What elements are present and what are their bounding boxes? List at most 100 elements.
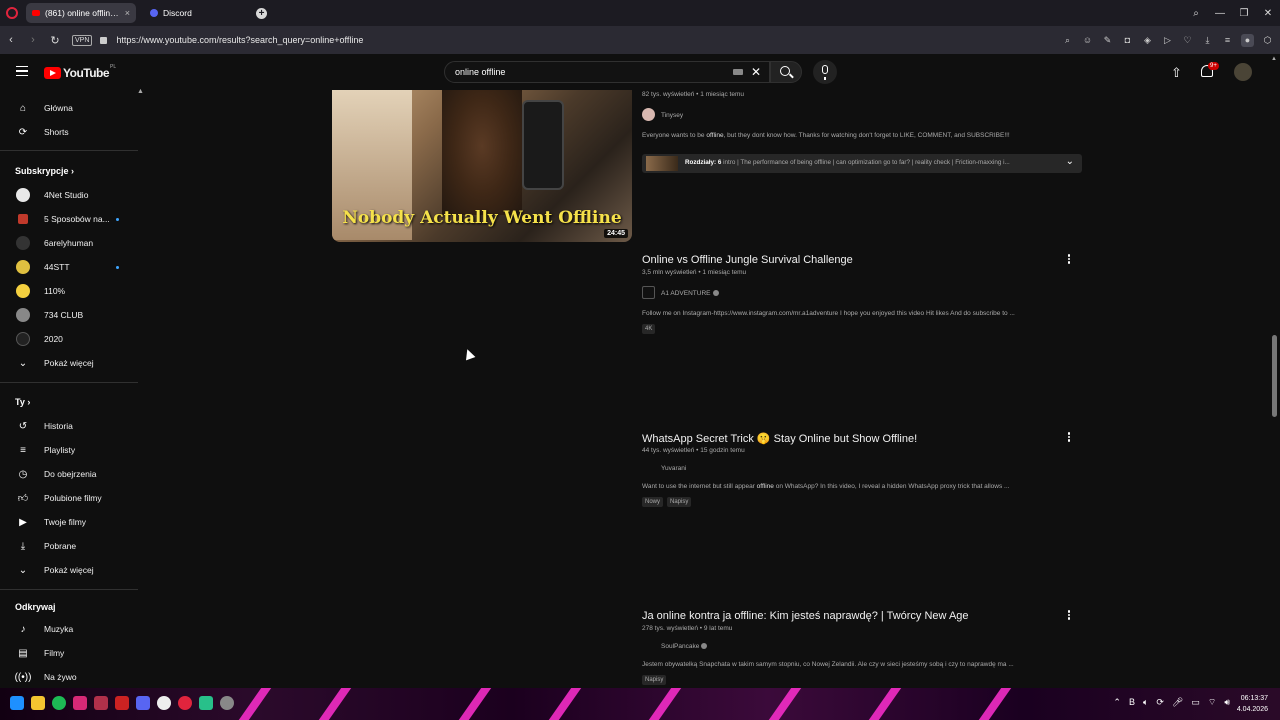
clear-search-icon[interactable]: ✕ xyxy=(751,65,761,79)
keyboard-icon[interactable] xyxy=(733,69,743,75)
restore-icon[interactable]: ❐ xyxy=(1232,8,1256,19)
youtube-logo[interactable]: YouTube PL xyxy=(44,64,116,80)
sidebar-item-live[interactable]: ((•)) Na żywo xyxy=(0,666,138,688)
show-more-subscriptions-button[interactable]: ⌄ Pokaż więcej xyxy=(0,352,138,374)
sidebar-item-playlists[interactable]: ≡ Playlisty xyxy=(0,439,138,461)
close-window-icon[interactable]: ✕ xyxy=(1256,8,1280,19)
file-explorer-icon[interactable] xyxy=(31,696,45,710)
sidebar-item-home[interactable]: ⌂ Główna xyxy=(0,97,138,119)
account-avatar[interactable] xyxy=(1234,63,1252,81)
sidebar-item-channel[interactable]: 734 CLUB xyxy=(0,304,138,326)
channel-avatar[interactable] xyxy=(642,108,655,121)
app-icon[interactable] xyxy=(157,696,171,710)
scroll-up-icon[interactable]: ▲ xyxy=(1271,56,1277,62)
hamburger-menu-icon[interactable] xyxy=(16,66,28,76)
video-title[interactable]: WhatsApp Secret Trick 🤫 Stay Online but … xyxy=(642,432,917,445)
video-meta: 278 tys. wyświetleń • 9 lat temu xyxy=(642,625,733,632)
windows-start-icon[interactable] xyxy=(10,696,24,710)
sidebar-scroll-up-icon[interactable]: ▲ xyxy=(137,88,144,95)
voice-search-button[interactable] xyxy=(813,60,837,84)
sidebar-item-channel[interactable]: 44STT xyxy=(0,256,138,278)
profile-icon[interactable]: ● xyxy=(1241,33,1254,47)
video-meta: 82 tys. wyświetleń • 1 miesiąc temu xyxy=(642,91,744,98)
sidebar-item-channel[interactable]: 2020 xyxy=(0,328,138,350)
create-upload-icon[interactable]: ⇧ xyxy=(1171,65,1182,81)
more-actions-icon[interactable] xyxy=(1067,253,1071,265)
video-title[interactable]: Ja online kontra ja offline: Kim jesteś … xyxy=(642,610,969,622)
emoji-icon[interactable]: ☺ xyxy=(1081,34,1094,47)
search-input[interactable]: online offline ✕ xyxy=(444,61,770,83)
camera-icon[interactable]: ◘ xyxy=(1121,34,1134,47)
speaker-icon[interactable]: 🔈︎ xyxy=(1143,697,1148,708)
instagram-icon[interactable] xyxy=(73,696,87,710)
tab-close-icon[interactable]: × xyxy=(125,8,130,18)
opera-logo-icon[interactable] xyxy=(6,7,18,19)
lock-icon[interactable] xyxy=(100,36,108,44)
sidebar-item-label: Główna xyxy=(44,103,73,113)
search-page-icon[interactable]: ⌕ xyxy=(1061,34,1074,47)
tray-app-icon[interactable]: B xyxy=(1129,697,1135,708)
tab-youtube[interactable]: (861) online offline - YouTu × xyxy=(26,3,136,23)
channel-name[interactable]: A1 ADVENTURE xyxy=(661,290,719,297)
opera-gx-icon[interactable] xyxy=(178,696,192,710)
tab-discord[interactable]: Discord xyxy=(144,3,256,23)
wifi-icon[interactable]: ⌔ xyxy=(1208,697,1216,708)
sidebar-item-watch-later[interactable]: ◷ Do obejrzenia xyxy=(0,463,138,485)
video-thumbnail[interactable]: Nobody Actually Went Offline 24:45 xyxy=(332,90,632,242)
chevron-down-icon[interactable]: ⌄ xyxy=(1066,156,1074,167)
sidebar-item-history[interactable]: ↺ Historia xyxy=(0,415,138,437)
sidebar-item-liked[interactable]: 👍︎ Polubione filmy xyxy=(0,487,138,509)
shield-icon[interactable]: ◈ xyxy=(1141,34,1154,47)
subscriptions-heading[interactable]: Subskrypcje › xyxy=(15,166,74,176)
wallpaper-stripe xyxy=(648,688,682,720)
display-icon[interactable]: ▭ xyxy=(1191,697,1200,708)
show-more-you-button[interactable]: ⌄ Pokaż więcej xyxy=(0,559,138,581)
cube-icon[interactable]: ⬡ xyxy=(1261,34,1274,47)
volume-icon[interactable]: 🔊︎ xyxy=(1224,697,1230,708)
more-actions-icon[interactable] xyxy=(1067,609,1071,621)
app-icon[interactable] xyxy=(115,696,129,710)
you-heading[interactable]: Ty › xyxy=(15,397,30,407)
more-actions-icon[interactable] xyxy=(1067,431,1071,443)
channel-name[interactable]: Yuvarani xyxy=(661,465,686,472)
reload-icon[interactable]: ↻ xyxy=(44,34,66,47)
download-icon[interactable]: ⤓ xyxy=(1201,34,1214,47)
back-icon[interactable]: ‹ xyxy=(0,34,22,46)
sidebar-item-downloads[interactable]: ⤓ Pobrane xyxy=(0,535,138,557)
sidebar-item-your-videos[interactable]: ▶ Twoje filmy xyxy=(0,511,138,533)
forward-icon[interactable]: › xyxy=(22,34,44,46)
sidebar-item-music[interactable]: ♪ Muzyka xyxy=(0,618,138,640)
clock-time: 06:13:37 xyxy=(1240,695,1268,702)
url-field[interactable]: https://www.youtube.com/results?search_q… xyxy=(116,35,1061,45)
send-icon[interactable]: ▷ xyxy=(1161,34,1174,47)
channel-avatar[interactable] xyxy=(642,286,655,299)
channel-name[interactable]: Tinysey xyxy=(661,112,683,119)
channel-name[interactable]: SoulPancake xyxy=(661,643,708,650)
heart-icon[interactable]: ♡ xyxy=(1181,34,1194,47)
sidebar-item-channel[interactable]: 4Net Studio xyxy=(0,184,138,206)
discord-icon[interactable] xyxy=(136,696,150,710)
sidebar-item-channel[interactable]: 110% xyxy=(0,280,138,302)
new-tab-plus-icon[interactable]: + xyxy=(256,7,267,19)
sidebar-item-channel[interactable]: 5 Sposobów na... xyxy=(0,208,138,230)
spotify-icon[interactable] xyxy=(52,696,66,710)
browser-search-icon[interactable]: ⌕ xyxy=(1184,8,1208,19)
taskbar-clock[interactable]: 06:13:37 4.04.2026 xyxy=(1237,693,1268,715)
sidebar-item-shorts[interactable]: ⟳ Shorts xyxy=(0,121,138,143)
scrollbar-thumb[interactable] xyxy=(1272,335,1277,417)
chapters-bar[interactable]: Rozdziały: 6 intro | The performance of … xyxy=(642,154,1082,173)
sync-icon[interactable]: ⟳ xyxy=(1156,697,1164,708)
app-icon[interactable] xyxy=(94,696,108,710)
tray-chevron-up-icon[interactable]: ⌃ xyxy=(1113,697,1121,708)
sidebar-item-movies[interactable]: ▤ Filmy xyxy=(0,642,138,664)
sidebar-item-channel[interactable]: 6arelyhuman xyxy=(0,232,138,254)
menu-lines-icon[interactable]: ≡ xyxy=(1221,34,1234,47)
vpn-badge[interactable]: VPN xyxy=(72,34,93,46)
app-icon[interactable] xyxy=(199,696,213,710)
minimize-icon[interactable]: — xyxy=(1208,8,1232,19)
settings-icon[interactable] xyxy=(220,696,234,710)
video-title[interactable]: Online vs Offline Jungle Survival Challe… xyxy=(642,254,853,266)
edit-icon[interactable]: ✎ xyxy=(1101,34,1114,47)
search-button[interactable] xyxy=(770,61,802,83)
mic-tray-icon[interactable]: 🎤︎ xyxy=(1172,697,1183,708)
